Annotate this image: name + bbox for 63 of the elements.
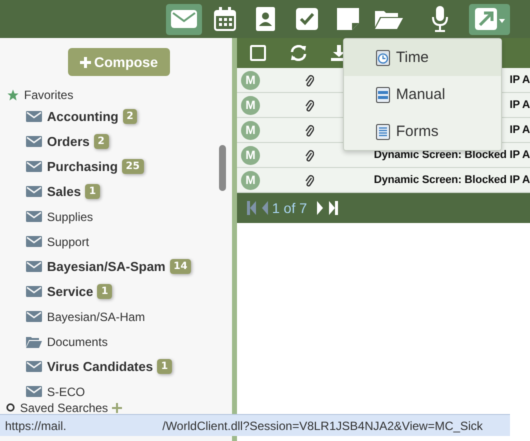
folder-item[interactable]: Purchasing [47,159,118,174]
saved-searches-label[interactable]: Saved Searches [20,401,108,415]
message-subject[interactable]: Dynamic Screen: Blocked IP A [374,174,530,186]
scrollbar-thumb[interactable] [219,145,226,191]
paperclip-icon [305,174,314,186]
caret-icon [498,19,504,23]
unread-count: 25 [122,159,144,174]
document-icon [376,124,390,140]
envelope-icon [171,10,197,28]
message-subject[interactable]: IP A [510,74,530,86]
sender-avatar: M [241,70,260,90]
url-text: /WorldClient.dll?Session=V8LR1JSB4NJA2&View=MC_Sick [162,418,483,432]
calendar-icon [214,7,236,31]
favorites-label[interactable]: Favorites [24,88,74,102]
microphone-icon [431,6,449,32]
paperclip-icon [305,74,314,86]
paperclip-icon [305,124,314,136]
folder-item[interactable]: Virus Candidates [47,359,153,374]
folder-item[interactable]: Accounting [47,109,118,124]
message-subject[interactable]: Dynamic Screen: Blocked IP A [374,149,530,161]
folder-item[interactable]: Service [47,284,94,299]
checkbox-icon[interactable] [250,45,266,61]
menu-item[interactable]: Forms [344,113,501,150]
unread-count: 1 [97,284,112,299]
unread-count: 1 [84,184,100,199]
folder-icon [375,9,403,29]
next-page-icon[interactable] [317,201,324,215]
sender-avatar: M [241,170,260,190]
page-indicator: 1 of 7 [272,200,308,216]
app-button[interactable] [469,4,510,34]
unread-count: 2 [94,134,109,149]
manual-icon [376,86,390,102]
clock-icon [376,50,390,66]
folder-item[interactable]: Bayesian/SA-Ham [47,310,146,324]
sender-avatar: M [241,146,260,164]
last-page-icon[interactable] [329,201,338,215]
folder-item[interactable]: Sales [47,184,81,199]
checkbox-icon [296,8,318,30]
contact-book-icon [256,7,276,31]
paperclip-icon [305,98,314,112]
message-subject[interactable]: IP A [510,99,530,111]
app-button[interactable] [166,4,202,34]
url-text: https://mail. [5,418,66,432]
folder-item[interactable]: Support [47,234,90,248]
message-subject[interactable]: IP A [510,124,530,136]
folder-item[interactable]: Orders [47,134,90,149]
folder-item[interactable]: S-ECO [47,384,86,398]
folder-item[interactable]: Supplies [47,210,94,224]
paperclip-icon [305,148,314,162]
search-icon [6,403,16,413]
sticky-note-icon [337,8,359,30]
folder-item[interactable]: Documents [47,334,108,348]
sender-avatar: M [241,96,260,114]
sender-avatar: M [241,120,260,140]
unread-count: 14 [170,259,192,274]
plus-icon [80,56,92,68]
unread-count: 1 [156,359,172,374]
star-icon [7,89,19,101]
unread-count: 2 [122,109,138,124]
menu-item[interactable]: Time [344,39,501,76]
refresh-icon[interactable] [290,45,307,61]
menu-item[interactable]: Manual [344,76,501,113]
folder-item[interactable]: Bayesian/SA-Spam [47,259,166,274]
